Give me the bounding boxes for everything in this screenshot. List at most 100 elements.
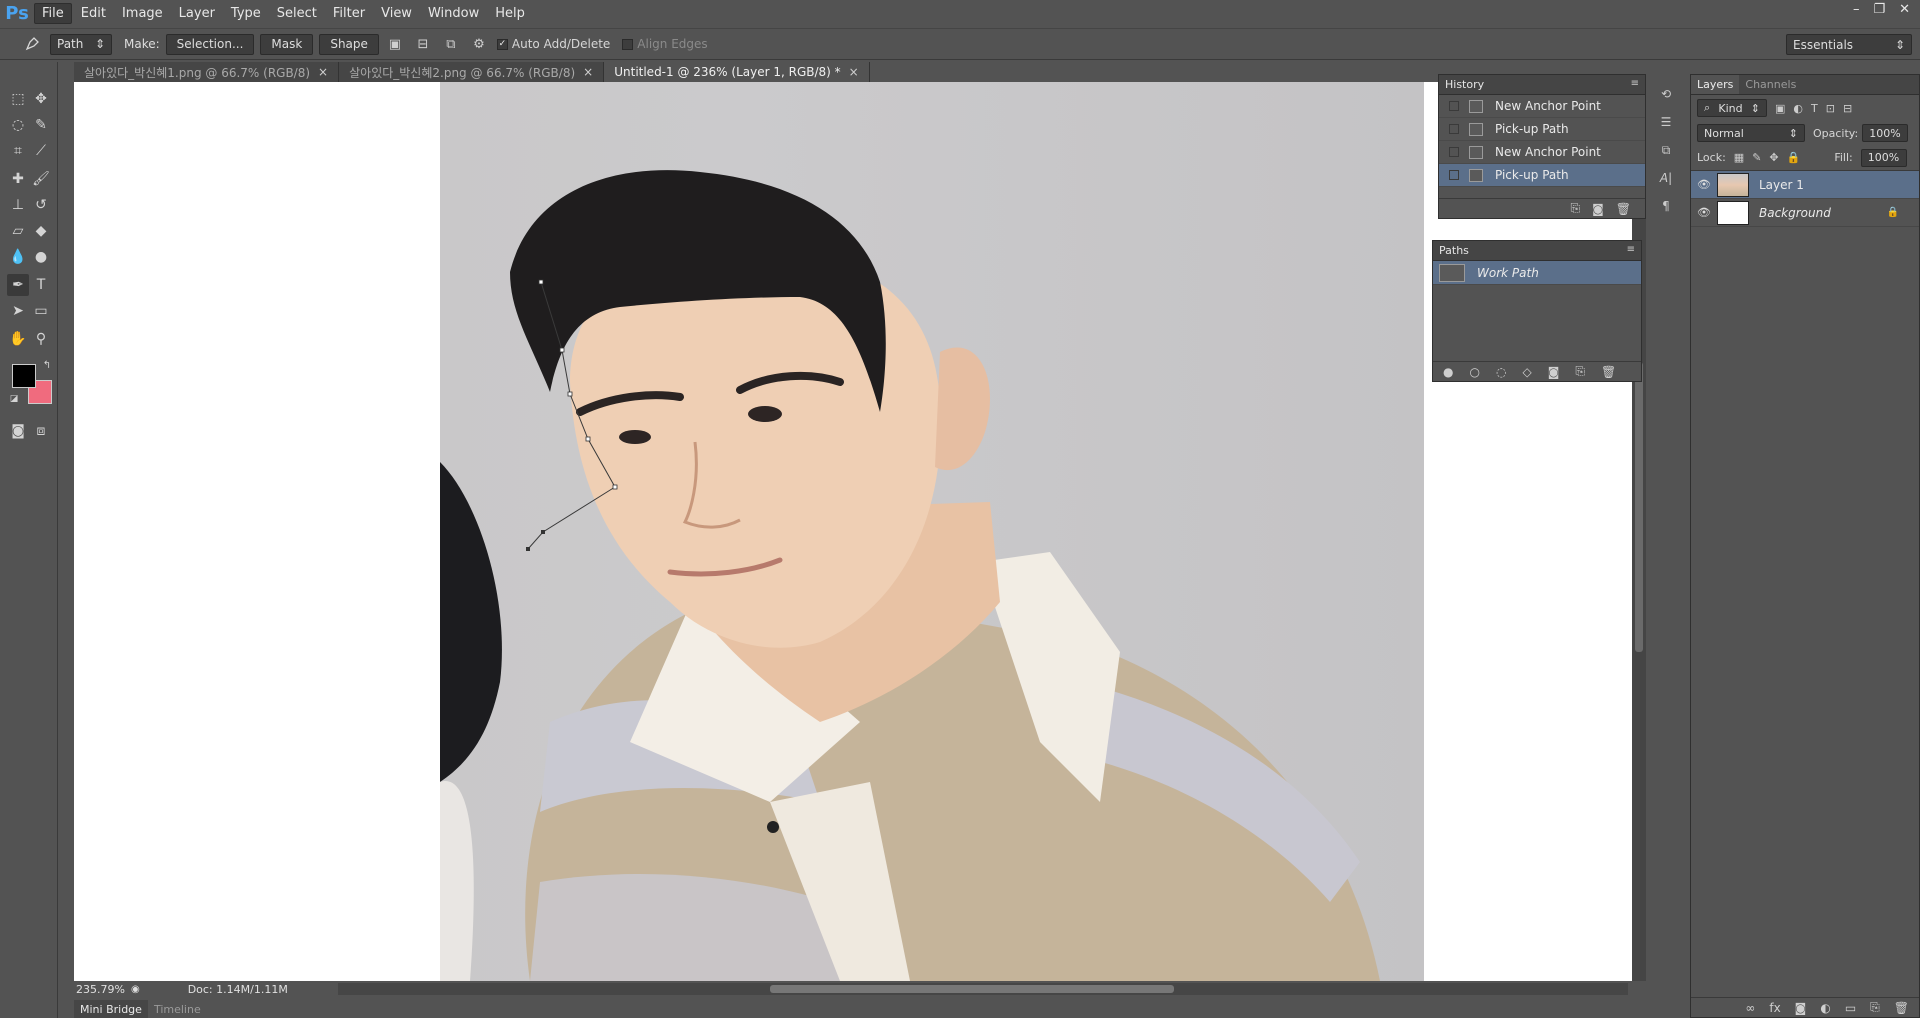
pen-mode-select[interactable]: Path ⇕ (50, 33, 112, 55)
make-work-path-icon[interactable]: ◇ (1522, 365, 1531, 379)
foreground-color-swatch[interactable] (12, 364, 36, 388)
lasso-tool-icon[interactable]: ◌ (7, 114, 29, 136)
path-item-selected[interactable]: Work Path (1433, 261, 1641, 285)
menu-type[interactable]: Type (224, 4, 268, 23)
dodge-tool-icon[interactable]: ● (30, 246, 52, 268)
paths-panel-icon[interactable]: ⧉ (1652, 136, 1680, 164)
layer-name[interactable]: Background (1759, 206, 1831, 220)
adjustment-filter-icon[interactable]: ◐ (1793, 102, 1803, 115)
history-item-selected[interactable]: Pick-up Path (1439, 164, 1645, 187)
hand-tool-icon[interactable]: ✋ (7, 328, 29, 350)
lock-position-icon[interactable]: ✥ (1769, 151, 1778, 164)
fx-icon[interactable]: fx (1769, 1001, 1780, 1015)
load-path-as-selection-icon[interactable]: ◌ (1496, 365, 1506, 379)
lock-transparency-icon[interactable]: ▦ (1734, 151, 1744, 164)
close-tab-icon[interactable]: × (849, 65, 859, 79)
brush-tool-icon[interactable]: 🖌 (30, 168, 52, 190)
add-mask-icon[interactable]: ◙ (1548, 365, 1560, 379)
layer-row-selected[interactable]: 👁 Layer 1 (1691, 171, 1919, 199)
tab-mini-bridge[interactable]: Mini Bridge (74, 1000, 148, 1018)
zoom-level[interactable]: 235.79% (76, 983, 125, 996)
opacity-input[interactable]: 100% (1862, 124, 1909, 142)
paragraph-panel-icon[interactable]: ¶ (1652, 192, 1680, 220)
type-filter-icon[interactable]: T (1811, 102, 1818, 115)
new-group-icon[interactable]: ▭ (1845, 1001, 1856, 1015)
layer-kind-filter[interactable]: ⌕ Kind ⇕ (1697, 99, 1767, 117)
menu-edit[interactable]: Edit (74, 4, 113, 23)
make-selection-button[interactable]: Selection... (165, 33, 255, 55)
history-brush-tool-icon[interactable]: ↺ (30, 194, 52, 216)
rectangle-tool-icon[interactable]: ▭ (30, 300, 52, 322)
adjustment-layer-icon[interactable]: ◐ (1820, 1001, 1830, 1015)
quick-selection-tool-icon[interactable]: ✎ (30, 114, 52, 136)
trash-icon[interactable]: 🗑 (1894, 1001, 1909, 1015)
status-info-icon[interactable]: ◉ (131, 984, 140, 995)
history-item[interactable]: New Anchor Point (1439, 95, 1645, 118)
close-button[interactable]: ✕ (1899, 2, 1910, 17)
eye-icon[interactable]: 👁 (1691, 178, 1717, 191)
path-alignment-icon[interactable]: ⊟ (413, 34, 433, 54)
history-panel-icon[interactable]: ⟲ (1652, 80, 1680, 108)
make-shape-button[interactable]: Shape (319, 33, 379, 55)
close-tab-icon[interactable]: × (318, 65, 328, 79)
menu-help[interactable]: Help (488, 4, 532, 23)
type-tool-icon[interactable]: T (30, 274, 52, 296)
menu-view[interactable]: View (374, 4, 419, 23)
path-selection-tool-icon[interactable]: ➤ (7, 300, 29, 322)
menu-select[interactable]: Select (270, 4, 324, 23)
character-panel-icon[interactable]: A| (1652, 164, 1680, 192)
tab-channels[interactable]: Channels (1739, 75, 1802, 94)
vertical-scroll-thumb[interactable] (1635, 362, 1643, 652)
screen-mode-icon[interactable]: ⧈ (30, 420, 52, 442)
blend-mode-select[interactable]: Normal ⇕ (1697, 124, 1805, 142)
menu-file[interactable]: File (34, 2, 72, 24)
eraser-tool-icon[interactable]: ▱ (7, 220, 29, 242)
shape-filter-icon[interactable]: ⊡ (1826, 102, 1835, 115)
history-source-checkbox[interactable] (1449, 124, 1459, 134)
history-source-checkbox[interactable] (1449, 147, 1459, 157)
blur-tool-icon[interactable]: 💧 (7, 246, 29, 268)
pixel-filter-icon[interactable]: ▣ (1775, 102, 1785, 115)
lock-pixels-icon[interactable]: ✎ (1752, 151, 1761, 164)
properties-panel-icon[interactable]: ☰ (1652, 108, 1680, 136)
zoom-tool-icon[interactable]: ⚲ (30, 328, 52, 350)
tab-timeline[interactable]: Timeline (148, 1000, 207, 1018)
path-arrangement-icon[interactable]: ⧉ (441, 34, 461, 54)
tab-layers[interactable]: Layers (1691, 75, 1740, 94)
link-layers-icon[interactable]: ∞ (1745, 1001, 1755, 1015)
auto-add-delete-checkbox[interactable]: ✓ (496, 38, 508, 50)
smart-object-filter-icon[interactable]: ⊟ (1843, 102, 1852, 115)
align-edges-checkbox[interactable] (622, 38, 634, 50)
clone-stamp-tool-icon[interactable]: ⊥ (7, 194, 29, 216)
panel-menu-icon[interactable]: ≡ (1627, 244, 1635, 255)
new-document-from-state-icon[interactable]: ⎘ (1571, 201, 1581, 216)
restore-button[interactable]: ❐ (1873, 2, 1885, 17)
paths-panel-title[interactable]: Paths (1439, 244, 1469, 257)
paint-bucket-tool-icon[interactable]: ◆ (30, 220, 52, 242)
pen-tool-icon[interactable]: ✒ (7, 274, 29, 296)
gear-icon[interactable]: ⚙ (469, 34, 489, 54)
menu-window[interactable]: Window (421, 4, 486, 23)
fill-input[interactable]: 100% (1860, 148, 1907, 167)
healing-brush-tool-icon[interactable]: ✚ (7, 168, 29, 190)
menu-image[interactable]: Image (115, 4, 170, 23)
menu-filter[interactable]: Filter (326, 4, 372, 23)
history-source-checkbox[interactable] (1449, 170, 1459, 180)
layer-name[interactable]: Layer 1 (1759, 178, 1804, 192)
new-path-icon[interactable]: ⎘ (1575, 364, 1585, 379)
make-mask-button[interactable]: Mask (260, 33, 314, 55)
history-item[interactable]: Pick-up Path (1439, 118, 1645, 141)
fill-path-icon[interactable]: ● (1443, 365, 1453, 379)
horizontal-scroll-thumb[interactable] (770, 985, 1174, 993)
swap-colors-icon[interactable]: ↰ (40, 358, 54, 372)
crop-tool-icon[interactable]: ⌗ (7, 140, 29, 162)
add-mask-icon[interactable]: ◙ (1795, 1001, 1807, 1015)
history-source-checkbox[interactable] (1449, 101, 1459, 111)
camera-icon[interactable]: ◙ (1592, 202, 1604, 216)
history-item[interactable]: New Anchor Point (1439, 141, 1645, 164)
horizontal-scrollbar[interactable] (338, 983, 1628, 995)
move-tool-icon[interactable]: ✥ (30, 88, 52, 110)
minimize-button[interactable]: – (1853, 2, 1860, 17)
path-operations-icon[interactable]: ▣ (385, 34, 405, 54)
panel-menu-icon[interactable]: ≡ (1631, 78, 1639, 89)
